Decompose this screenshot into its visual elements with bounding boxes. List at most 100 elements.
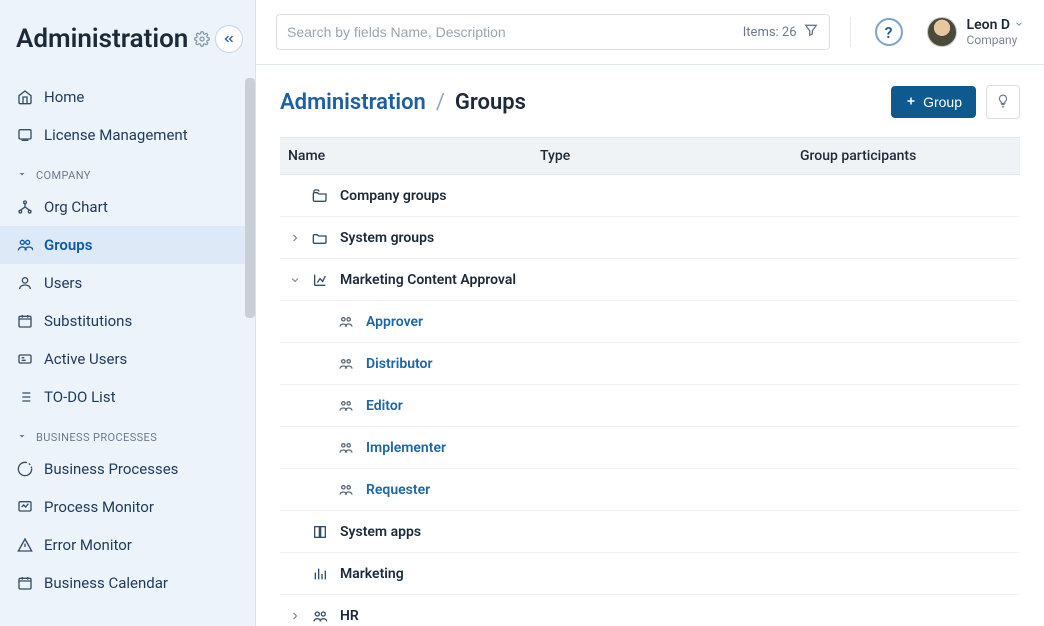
tree-row-system-apps[interactable]: System apps: [280, 511, 1020, 553]
chevron-right-icon[interactable]: [286, 610, 304, 622]
plus-icon: [905, 94, 917, 110]
nav-section-label: COMPANY: [36, 169, 91, 182]
sidebar-item-active-users[interactable]: Active Users: [0, 340, 255, 378]
apps-icon: [310, 524, 330, 540]
tree-row-system-groups[interactable]: System groups: [280, 217, 1020, 259]
help-icon: ?: [885, 23, 893, 42]
tree-row-hr[interactable]: HR: [280, 595, 1020, 626]
sidebar-item-substitutions[interactable]: Substitutions: [0, 302, 255, 340]
tree-row-role-requester[interactable]: Requester: [280, 469, 1020, 511]
chevron-down-icon: [1014, 17, 1024, 33]
warning-icon: [16, 536, 34, 554]
sidebar-item-home[interactable]: Home: [0, 78, 255, 116]
tree-row-marketing[interactable]: Marketing: [280, 553, 1020, 595]
nav-label: Substitutions: [44, 312, 132, 330]
breadcrumb-root[interactable]: Administration: [280, 90, 426, 115]
nav-section-company[interactable]: COMPANY: [0, 154, 255, 188]
tree-row-marketing-approval[interactable]: Marketing Content Approval: [280, 259, 1020, 301]
tree-row-role-approver[interactable]: Approver: [280, 301, 1020, 343]
nav-label: Users: [44, 274, 82, 292]
nav-label: Business Processes: [44, 460, 178, 478]
column-participants[interactable]: Group participants: [800, 138, 1020, 174]
nav-label: Active Users: [44, 350, 127, 368]
tree-label: System groups: [340, 230, 434, 246]
tree-label: HR: [340, 608, 359, 624]
chevron-down-icon[interactable]: [286, 274, 304, 286]
nav-label: Groups: [44, 236, 92, 254]
help-button[interactable]: ?: [875, 18, 903, 46]
sidebar: Administration Home License Management: [0, 0, 256, 626]
nav-label: Process Monitor: [44, 498, 154, 516]
groups-icon: [336, 398, 356, 414]
sidebar-item-users[interactable]: Users: [0, 264, 255, 302]
tree-label: System apps: [340, 524, 421, 540]
lightbulb-icon: [996, 93, 1010, 112]
breadcrumb-sep: /: [436, 90, 445, 115]
chevron-right-icon[interactable]: [286, 232, 304, 244]
sidebar-item-orgchart[interactable]: Org Chart: [0, 188, 255, 226]
sidebar-item-business-calendar[interactable]: Business Calendar: [0, 564, 255, 602]
sidebar-item-process-monitor[interactable]: Process Monitor: [0, 488, 255, 526]
tree-label[interactable]: Editor: [366, 398, 403, 414]
nav-label: Home: [44, 88, 84, 106]
tree-label[interactable]: Approver: [366, 314, 423, 330]
tree-label: Marketing Content Approval: [340, 272, 516, 288]
home-icon: [16, 88, 34, 106]
breadcrumb-current: Groups: [455, 90, 526, 115]
tree-label: Company groups: [340, 188, 447, 204]
sidebar-scrollbar[interactable]: [245, 78, 255, 318]
list-icon: [16, 388, 34, 406]
tree-row-role-editor[interactable]: Editor: [280, 385, 1020, 427]
nav-label: Org Chart: [44, 198, 108, 216]
tree-label[interactable]: Implementer: [366, 440, 446, 456]
add-group-button[interactable]: Group: [891, 86, 976, 118]
sidebar-item-license[interactable]: License Management: [0, 116, 255, 154]
user-menu[interactable]: Leon D Company: [927, 17, 1024, 47]
sidebar-item-groups[interactable]: Groups: [0, 226, 255, 264]
chevron-down-icon: [16, 168, 30, 182]
topbar: Items: 26 ? Leon D Company: [256, 0, 1044, 65]
nav-label: TO-DO List: [44, 388, 115, 406]
groups-icon: [16, 236, 34, 254]
groups-icon: [336, 482, 356, 498]
sidebar-item-todo[interactable]: TO-DO List: [0, 378, 255, 416]
tree-row-role-distributor[interactable]: Distributor: [280, 343, 1020, 385]
hint-button[interactable]: [986, 85, 1020, 119]
nav-label: Error Monitor: [44, 536, 132, 554]
chart-icon: [310, 272, 330, 288]
sidebar-item-error-monitor[interactable]: Error Monitor: [0, 526, 255, 564]
sidebar-collapse-button[interactable]: [215, 25, 243, 53]
items-count: Items: 26: [743, 25, 797, 40]
calendar-icon: [16, 574, 34, 592]
user-name: Leon D: [967, 17, 1010, 33]
column-type[interactable]: Type: [540, 138, 800, 174]
nav-label: Business Calendar: [44, 574, 168, 592]
nav-section-label: BUSINESS PROCESSES: [36, 431, 157, 444]
sidebar-item-business-processes[interactable]: Business Processes: [0, 450, 255, 488]
tree-row-company-groups[interactable]: Company groups: [280, 175, 1020, 217]
tree-label[interactable]: Distributor: [366, 356, 433, 372]
user-icon: [16, 274, 34, 292]
gear-icon[interactable]: [194, 24, 210, 54]
search-input-wrap[interactable]: Items: 26: [276, 14, 830, 50]
nav-section-bp[interactable]: BUSINESS PROCESSES: [0, 416, 255, 450]
folder-icon: [310, 230, 330, 246]
search-input[interactable]: [287, 24, 743, 40]
add-group-label: Group: [923, 94, 962, 110]
groups-icon: [336, 356, 356, 372]
folder-open-icon: [310, 188, 330, 204]
orgchart-icon: [16, 198, 34, 216]
calendar-icon: [16, 312, 34, 330]
column-name[interactable]: Name: [280, 138, 540, 174]
filter-icon[interactable]: [803, 22, 819, 42]
avatar: [927, 17, 957, 47]
sidebar-title-text: Administration: [16, 24, 188, 54]
license-icon: [16, 126, 34, 144]
tree-row-role-implementer[interactable]: Implementer: [280, 427, 1020, 469]
chevron-down-icon: [16, 430, 30, 444]
nav-label: License Management: [44, 126, 188, 144]
active-users-icon: [16, 350, 34, 368]
groups-icon: [336, 440, 356, 456]
user-sub: Company: [967, 33, 1024, 47]
tree-label[interactable]: Requester: [366, 482, 430, 498]
